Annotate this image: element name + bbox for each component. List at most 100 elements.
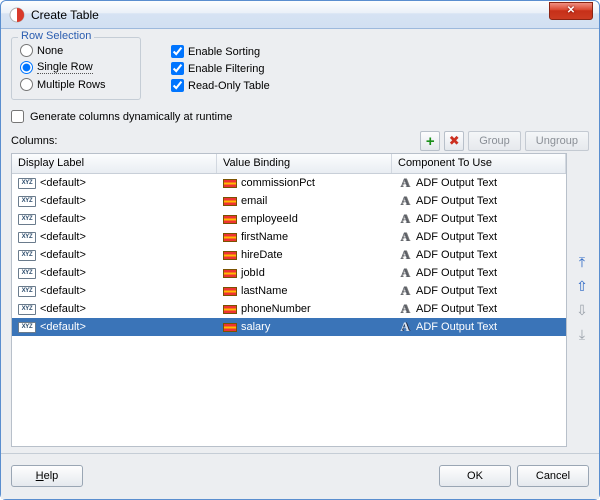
header-display-label[interactable]: Display Label	[12, 154, 217, 173]
cell-value-binding: commissionPct	[241, 177, 315, 189]
columns-label: Columns:	[11, 135, 416, 147]
binding-icon	[223, 233, 237, 242]
output-text-icon: A	[398, 283, 412, 299]
binding-icon	[223, 305, 237, 314]
binding-icon	[223, 251, 237, 260]
output-text-icon: A	[398, 229, 412, 245]
cell-component: ADF Output Text	[416, 231, 497, 243]
table-row[interactable]: XYZ<default>salaryAADF Output Text	[12, 318, 566, 336]
move-up-button[interactable]: ⇧	[573, 277, 591, 295]
ok-button[interactable]: OK	[439, 465, 511, 487]
table-header: Display Label Value Binding Component To…	[12, 154, 566, 174]
radio-none[interactable]: None	[20, 42, 132, 59]
group-button[interactable]: Group	[468, 131, 521, 151]
row-selection-legend: Row Selection	[18, 30, 94, 42]
xyz-icon: XYZ	[18, 286, 36, 297]
plus-icon: +	[426, 133, 435, 150]
arrow-bottom-icon: ⤓	[579, 326, 585, 343]
cell-value-binding: jobId	[241, 267, 265, 279]
feature-checks: Enable Sorting Enable Filtering Read-Onl…	[171, 37, 270, 94]
check-filtering-input[interactable]	[171, 62, 184, 75]
radio-none-label: None	[37, 45, 63, 57]
cell-component: ADF Output Text	[416, 177, 497, 189]
table-row[interactable]: XYZ<default>hireDateAADF Output Text	[12, 246, 566, 264]
radio-multiple[interactable]: Multiple Rows	[20, 76, 132, 93]
binding-icon	[223, 323, 237, 332]
radio-multiple-input[interactable]	[20, 78, 33, 91]
table-row[interactable]: XYZ<default>employeeIdAADF Output Text	[12, 210, 566, 228]
xyz-icon: XYZ	[18, 178, 36, 189]
binding-icon	[223, 197, 237, 206]
header-component[interactable]: Component To Use	[392, 154, 566, 173]
table-row[interactable]: XYZ<default>lastNameAADF Output Text	[12, 282, 566, 300]
arrow-top-icon: ⤒	[579, 254, 585, 271]
cell-display-label: <default>	[40, 195, 86, 207]
move-bottom-button[interactable]: ⤓	[573, 325, 591, 343]
reorder-toolbar: ⤒ ⇧ ⇩ ⤓	[573, 253, 591, 343]
check-sorting[interactable]: Enable Sorting	[171, 43, 270, 60]
add-column-button[interactable]: +	[420, 131, 440, 151]
cell-value-binding: email	[241, 195, 267, 207]
check-readonly-input[interactable]	[171, 79, 184, 92]
xyz-icon: XYZ	[18, 214, 36, 225]
arrow-up-icon: ⇧	[576, 278, 588, 295]
binding-icon	[223, 287, 237, 296]
check-dynamic-columns-input[interactable]	[11, 110, 24, 123]
output-text-icon: A	[398, 211, 412, 227]
check-sorting-input[interactable]	[171, 45, 184, 58]
cell-value-binding: phoneNumber	[241, 303, 311, 315]
cell-display-label: <default>	[40, 321, 86, 333]
table-row[interactable]: XYZ <default> commissionPct A ADF Output Tex…	[12, 174, 566, 192]
check-readonly[interactable]: Read-Only Table	[171, 77, 270, 94]
cell-display-label: <default>	[40, 177, 86, 189]
header-value-binding[interactable]: Value Binding	[217, 154, 392, 173]
columns-table: Display Label Value Binding Component To…	[11, 153, 567, 447]
dialog-content: Row Selection None Single Row Multiple R…	[1, 29, 599, 499]
radio-multiple-label: Multiple Rows	[37, 79, 105, 91]
cell-component: ADF Output Text	[416, 285, 497, 297]
check-filtering-label: Enable Filtering	[188, 63, 264, 75]
move-top-button[interactable]: ⤒	[573, 253, 591, 271]
table-row[interactable]: XYZ<default>firstNameAADF Output Text	[12, 228, 566, 246]
output-text-icon: A	[398, 193, 412, 209]
cell-component: ADF Output Text	[416, 195, 497, 207]
output-text-icon: A	[398, 265, 412, 281]
xyz-icon: XYZ	[18, 304, 36, 315]
cell-component: ADF Output Text	[416, 303, 497, 315]
app-icon	[9, 7, 25, 23]
dialog-buttons: Help OK Cancel	[1, 453, 599, 491]
ungroup-button[interactable]: Ungroup	[525, 131, 589, 151]
table-row[interactable]: XYZ<default>emailAADF Output Text	[12, 192, 566, 210]
output-text-icon: A	[398, 319, 412, 335]
xyz-icon: XYZ	[18, 268, 36, 279]
xyz-icon: XYZ	[18, 232, 36, 243]
cancel-button[interactable]: Cancel	[517, 465, 589, 487]
close-icon: ✕	[567, 5, 575, 16]
radio-single[interactable]: Single Row	[20, 59, 132, 76]
check-dynamic-columns[interactable]: Generate columns dynamically at runtime	[11, 110, 589, 123]
titlebar: Create Table ✕	[1, 1, 599, 29]
help-button[interactable]: Help	[11, 465, 83, 487]
cell-component: ADF Output Text	[416, 249, 497, 261]
close-button[interactable]: ✕	[549, 2, 593, 20]
output-text-icon: A	[398, 301, 412, 317]
check-dynamic-columns-label: Generate columns dynamically at runtime	[30, 111, 232, 123]
radio-none-input[interactable]	[20, 44, 33, 57]
table-row[interactable]: XYZ <default> phoneNumber A ADF Output Text	[12, 300, 566, 318]
table-body: XYZ <default> commissionPct A ADF Output Tex…	[12, 174, 566, 446]
move-down-button[interactable]: ⇩	[573, 301, 591, 319]
table-row[interactable]: XYZ<default>jobIdAADF Output Text	[12, 264, 566, 282]
cell-value-binding: hireDate	[241, 249, 283, 261]
delete-column-button[interactable]: ✖	[444, 131, 464, 151]
row-selection-group: Row Selection None Single Row Multiple R…	[11, 37, 141, 100]
radio-single-input[interactable]	[20, 61, 33, 74]
radio-single-label: Single Row	[37, 61, 93, 74]
cell-display-label: <default>	[40, 267, 86, 279]
cell-display-label: <default>	[40, 303, 86, 315]
output-text-icon: A	[398, 175, 412, 191]
arrow-down-icon: ⇩	[576, 302, 588, 319]
cell-value-binding: firstName	[241, 231, 288, 243]
cell-value-binding: salary	[241, 321, 270, 333]
cell-value-binding: employeeId	[241, 213, 298, 225]
check-filtering[interactable]: Enable Filtering	[171, 60, 270, 77]
